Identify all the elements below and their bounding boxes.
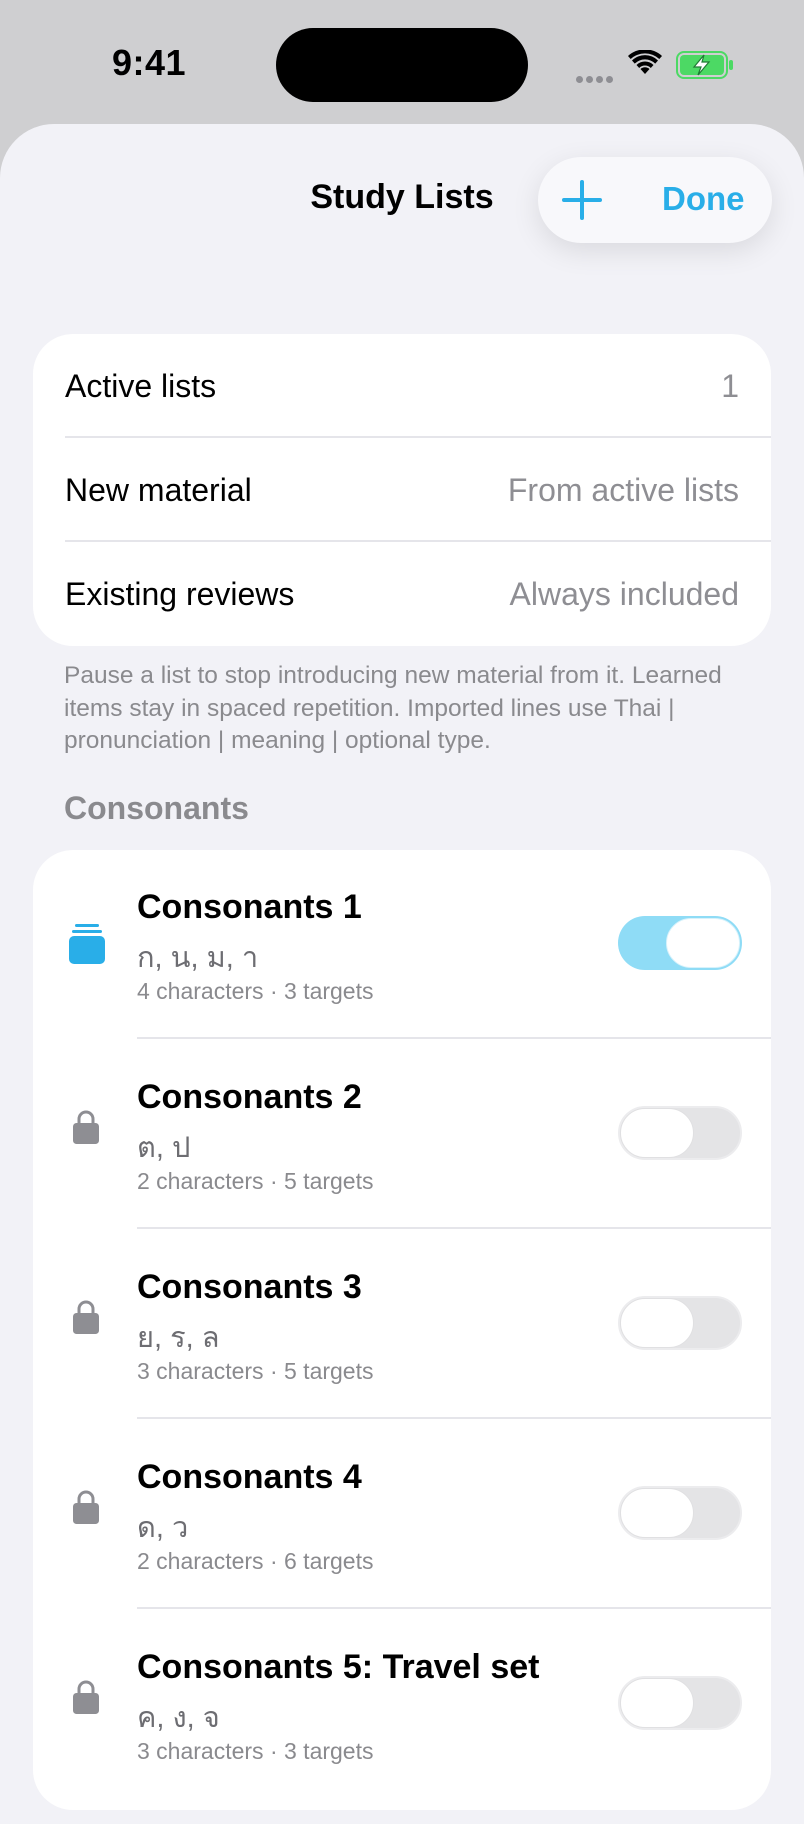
list-item[interactable]: Consonants 3 ย, ร, ล 3 characters · 5 ta…: [33, 1230, 771, 1420]
lock-icon: [73, 1300, 99, 1334]
lock-icon: [73, 1110, 99, 1144]
row-label: Existing reviews: [65, 575, 295, 612]
new-material-row: New material From active lists: [65, 438, 739, 542]
row-label: New material: [65, 471, 252, 508]
divider: [137, 1607, 771, 1609]
list-characters: ด, ว: [137, 1512, 189, 1544]
lock-icon: [73, 1680, 99, 1714]
list-meta: 4 characters · 3 targets: [137, 978, 374, 1004]
battery-charging-icon: [676, 51, 733, 79]
list-title: Consonants 3: [137, 1268, 362, 1306]
divider: [137, 1227, 771, 1229]
list-meta: 3 characters · 3 targets: [137, 1738, 374, 1764]
row-label: Active lists: [65, 367, 217, 404]
wifi-icon: [628, 50, 662, 74]
lists-card: Consonants 1 ก, น, ม, า 4 characters · 3…: [33, 850, 771, 1810]
row-value: From active lists: [507, 471, 739, 508]
active-toggle[interactable]: [618, 916, 742, 970]
active-toggle[interactable]: [618, 1106, 742, 1160]
list-meta: 2 characters · 5 targets: [137, 1168, 374, 1194]
divider: [137, 1417, 771, 1419]
plus-icon[interactable]: [558, 176, 606, 224]
dynamic-island: [276, 28, 528, 102]
list-characters: ต, ป: [137, 1132, 191, 1164]
active-lists-row: Active lists 1: [65, 334, 739, 438]
summary-card: Active lists 1 New material From active …: [33, 334, 771, 646]
status-time: 9:41: [112, 42, 187, 83]
existing-reviews-row: Existing reviews Always included: [65, 542, 739, 646]
footnote: Pause a list to stop introducing new mat…: [64, 662, 722, 754]
list-item[interactable]: Consonants 2 ต, ป 2 characters · 5 targe…: [33, 1040, 771, 1230]
list-title: Consonants 1: [137, 888, 362, 926]
active-toggle[interactable]: [618, 1486, 742, 1540]
list-title: Consonants 4: [137, 1458, 362, 1496]
active-toggle[interactable]: [618, 1296, 742, 1350]
divider: [137, 1037, 771, 1039]
list-item[interactable]: Consonants 4 ด, ว 2 characters · 6 targe…: [33, 1420, 771, 1610]
list-item[interactable]: Consonants 5: Travel set ค, ง, จ 3 chara…: [33, 1610, 771, 1800]
list-title: Consonants 2: [137, 1078, 362, 1116]
status-bar: 9:41: [0, 0, 804, 124]
section-header: Consonants: [64, 790, 249, 826]
done-button[interactable]: Done: [662, 180, 745, 218]
list-characters: ย, ร, ล: [137, 1322, 220, 1354]
row-value: Always included: [509, 575, 739, 612]
row-value: 1: [721, 367, 739, 404]
list-characters: ค, ง, จ: [137, 1702, 220, 1734]
active-toggle[interactable]: [618, 1676, 742, 1730]
list-meta: 3 characters · 5 targets: [137, 1358, 374, 1384]
list-characters: ก, น, ม, า: [137, 942, 259, 974]
list-item[interactable]: Consonants 1 ก, น, ม, า 4 characters · 3…: [33, 850, 771, 1040]
list-title: Consonants 5: Travel set: [137, 1648, 540, 1686]
lock-icon: [73, 1490, 99, 1524]
list-meta: 2 characters · 6 targets: [137, 1548, 374, 1574]
stack-icon: [69, 924, 105, 964]
signal-icon: [576, 70, 616, 88]
